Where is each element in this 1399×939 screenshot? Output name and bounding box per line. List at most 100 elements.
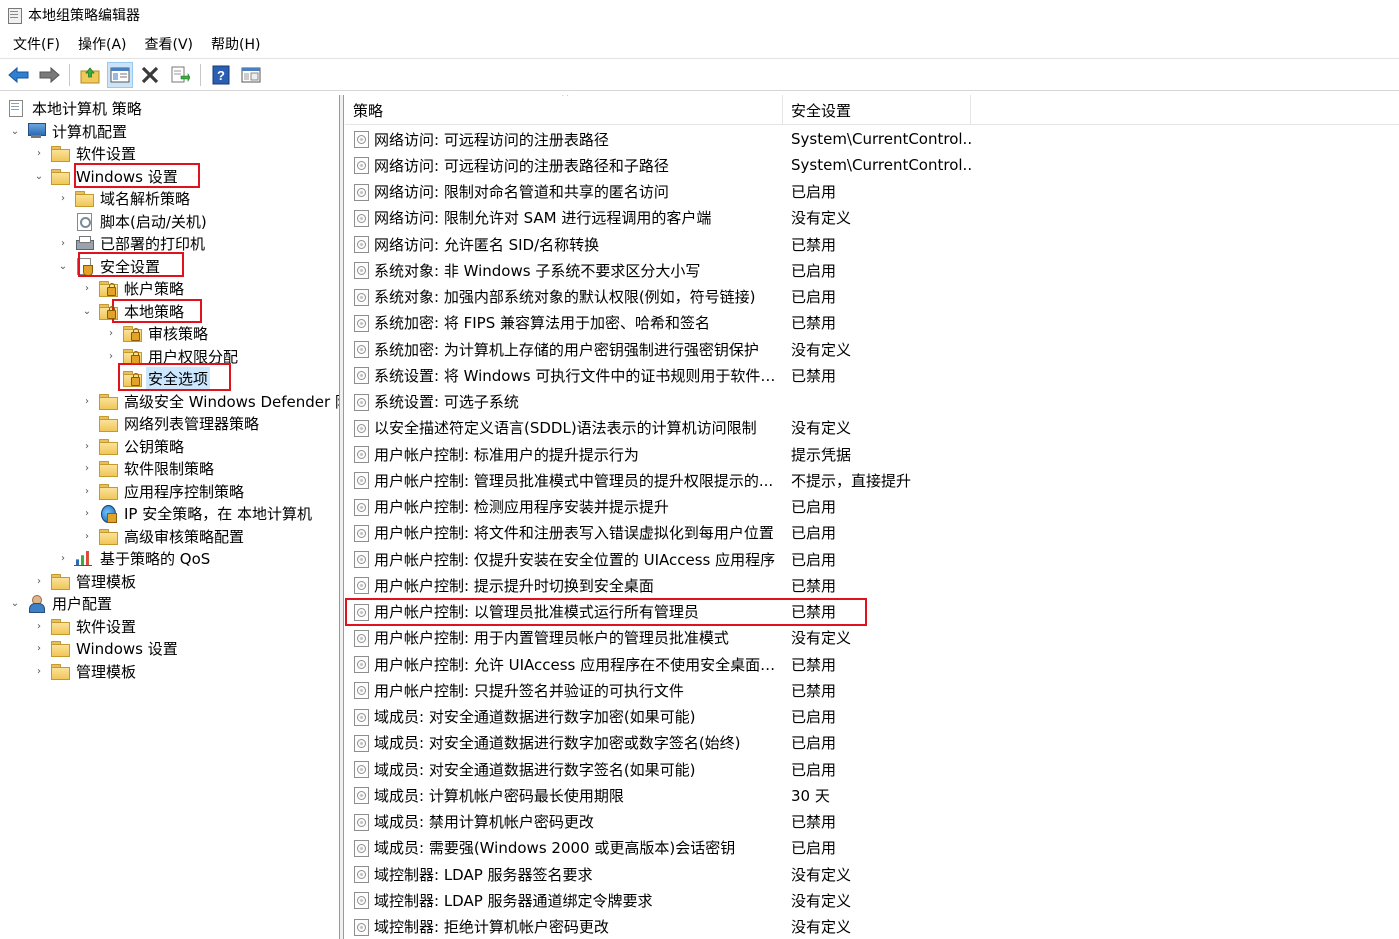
tree-item-cc-admin-templates[interactable]: › 管理模板 [32, 570, 138, 592]
forward-button[interactable] [36, 62, 62, 88]
table-row[interactable]: 用户帐户控制: 检测应用程序安装并提示提升 已启用 [345, 494, 1399, 520]
table-row[interactable]: 网络访问: 可远程访问的注册表路径和子路径 System\CurrentContr… [345, 152, 1399, 178]
table-row[interactable]: 用户帐户控制: 标准用户的提升提示行为 提示凭据 [345, 441, 1399, 467]
table-row[interactable]: 域成员: 需要强(Windows 2000 或更高版本)会话密钥 已启用 [345, 835, 1399, 861]
tree-item-account-policy[interactable]: › 帐户策略 [80, 277, 186, 299]
table-row[interactable]: 域控制器: LDAP 服务器通道绑定令牌要求 没有定义 [345, 887, 1399, 913]
table-row[interactable]: 域控制器: 拒绝计算机帐户密码更改 没有定义 [345, 914, 1399, 939]
chevron-down-icon[interactable]: ⌄ [8, 124, 22, 138]
help-button[interactable]: ? [208, 62, 234, 88]
chevron-right-icon[interactable]: › [56, 551, 70, 565]
tree-item-dns-policy[interactable]: › 域名解析策略 [56, 187, 192, 209]
chevron-right-icon[interactable]: › [80, 461, 94, 475]
tree-item-network-list[interactable]: 网络列表管理器策略 [98, 412, 261, 434]
tree-item-software-restriction[interactable]: › 软件限制策略 [80, 457, 216, 479]
tree-item-deployed-printers[interactable]: › 已部署的打印机 [56, 232, 207, 254]
chevron-right-icon[interactable]: › [80, 484, 94, 498]
tree-item-computer-config[interactable]: ⌄ 计算机配置 [8, 120, 129, 142]
show-hide-tree-button[interactable] [107, 61, 133, 88]
tree-item-audit-policy[interactable]: › 审核策略 [104, 322, 210, 344]
tree-item-advanced-audit[interactable]: › 高级审核策略配置 [80, 525, 246, 547]
table-row[interactable]: 系统加密: 为计算机上存储的用户密钥强制进行强密钥保护 没有定义 [345, 336, 1399, 362]
table-row[interactable]: 以安全描述符定义语言(SDDL)语法表示的计算机访问限制 没有定义 [345, 415, 1399, 441]
chevron-right-icon[interactable]: › [32, 664, 46, 678]
chevron-right-icon[interactable]: › [104, 326, 118, 340]
table-row[interactable]: 域成员: 对安全通道数据进行数字签名(如果可能) 已启用 [345, 756, 1399, 782]
table-row[interactable]: 域控制器: LDAP 服务器签名要求 没有定义 [345, 861, 1399, 887]
chevron-right-icon[interactable]: › [32, 619, 46, 633]
table-row[interactable]: 系统设置: 可选子系统 [345, 389, 1399, 415]
tree-item-cc-windows-settings[interactable]: ⌄ Windows 设置 [32, 165, 180, 187]
chevron-right-icon[interactable]: › [80, 394, 94, 408]
table-row[interactable]: 域成员: 对安全通道数据进行数字加密(如果可能) 已启用 [345, 704, 1399, 730]
chevron-right-icon[interactable]: › [32, 146, 46, 160]
pane-splitter[interactable] [340, 95, 344, 939]
menu-action[interactable]: 操作(A) [69, 32, 136, 56]
tree-item-local-policy[interactable]: ⌄ 本地策略 [80, 300, 186, 322]
table-row[interactable]: 用户帐户控制: 用于内置管理员帐户的管理员批准模式 没有定义 [345, 625, 1399, 651]
chevron-right-icon[interactable]: › [56, 191, 70, 205]
tree-item-app-control[interactable]: › 应用程序控制策略 [80, 480, 246, 502]
folder-icon [50, 617, 70, 635]
chevron-right-icon[interactable]: › [56, 236, 70, 250]
tree-item-uc-software[interactable]: › 软件设置 [32, 615, 138, 637]
chevron-right-icon[interactable]: › [32, 574, 46, 588]
tree-item-scripts[interactable]: 脚本(启动/关机) [74, 210, 209, 232]
tree-item-security-options[interactable]: 安全选项 [122, 366, 211, 390]
table-row[interactable]: 用户帐户控制: 只提升签名并验证的可执行文件 已禁用 [345, 677, 1399, 703]
table-row[interactable]: 网络访问: 限制允许对 SAM 进行远程调用的客户端 没有定义 [345, 205, 1399, 231]
back-button[interactable] [6, 62, 32, 88]
tree-item-security-settings[interactable]: ⌄ 安全设置 [56, 255, 162, 277]
table-row[interactable]: 用户帐户控制: 提示提升时切换到安全桌面 已禁用 [345, 572, 1399, 598]
security-setting-value: 没有定义 [791, 340, 852, 359]
chevron-right-icon[interactable]: › [80, 506, 94, 520]
table-row[interactable]: 用户帐户控制: 以管理员批准模式运行所有管理员 已禁用 [345, 599, 1399, 625]
table-row[interactable]: 域成员: 对安全通道数据进行数字加密或数字签名(始终) 已启用 [345, 730, 1399, 756]
table-row[interactable]: 用户帐户控制: 管理员批准模式中管理员的提升权限提示的... 不提示，直接提升 [345, 467, 1399, 493]
chevron-down-icon[interactable]: ⌄ [32, 169, 46, 183]
table-row[interactable]: 域成员: 禁用计算机帐户密码更改 已禁用 [345, 809, 1399, 835]
chevron-right-icon[interactable]: › [104, 349, 118, 363]
table-row[interactable]: 网络访问: 限制对命名管道和共享的匿名访问 已启用 [345, 179, 1399, 205]
policy-name: 系统设置: 可选子系统 [374, 393, 519, 411]
table-row[interactable]: 系统加密: 将 FIPS 兼容算法用于加密、哈希和签名 已禁用 [345, 310, 1399, 336]
export-list-button[interactable] [167, 62, 193, 88]
tree-item-ip-security[interactable]: › IP 安全策略，在 本地计算机 [80, 502, 314, 524]
tree-item-label: 域名解析策略 [100, 189, 191, 208]
menu-help[interactable]: 帮助(H) [202, 32, 269, 56]
chevron-right-icon[interactable]: › [80, 281, 94, 295]
back-icon [8, 66, 29, 83]
chevron-down-icon[interactable]: ⌄ [8, 596, 22, 610]
table-row[interactable]: 用户帐户控制: 将文件和注册表写入错误虚拟化到每用户位置 已启用 [345, 520, 1399, 546]
up-folder-button[interactable] [77, 62, 103, 88]
delete-button[interactable] [137, 62, 163, 88]
tree-item-cc-software[interactable]: › 软件设置 [32, 142, 138, 164]
table-row[interactable]: 系统设置: 将 Windows 可执行文件中的证书规则用于软件限... 已禁用 [345, 362, 1399, 388]
menu-view[interactable]: 查看(V) [136, 32, 203, 56]
column-header-setting[interactable]: 安全设置 [783, 95, 971, 125]
table-row[interactable]: 系统对象: 加强内部系统对象的默认权限(例如，符号链接) 已启用 [345, 284, 1399, 310]
tree-item-defender-firewall[interactable]: › 高级安全 Windows Defender 防 [80, 390, 339, 412]
tree-item-qos[interactable]: › 基于策略的 QoS [56, 547, 212, 569]
tree-item-uc-windows-settings[interactable]: › Windows 设置 [32, 637, 180, 659]
table-row[interactable]: 网络访问: 可远程访问的注册表路径 System\CurrentControl..… [345, 126, 1399, 152]
ip-security-icon [98, 504, 118, 523]
table-row[interactable]: 系统对象: 非 Windows 子系统不要求区分大小写 已启用 [345, 257, 1399, 283]
chevron-right-icon[interactable]: › [80, 529, 94, 543]
table-row[interactable]: 用户帐户控制: 允许 UIAccess 应用程序在不使用安全桌面的... 已禁用 [345, 651, 1399, 677]
table-row[interactable]: 用户帐户控制: 仅提升安装在安全位置的 UIAccess 应用程序 已启用 [345, 546, 1399, 572]
table-row[interactable]: 域成员: 计算机帐户密码最长使用期限 30 天 [345, 782, 1399, 808]
column-header-policy[interactable]: 策略 ^ [345, 95, 783, 125]
tree-item-user-config[interactable]: ⌄ 用户配置 [8, 592, 114, 614]
chevron-down-icon[interactable]: ⌄ [80, 304, 94, 318]
properties-view-button[interactable] [238, 62, 264, 88]
tree-item-public-key[interactable]: › 公钥策略 [80, 435, 186, 457]
chevron-down-icon[interactable]: ⌄ [56, 259, 70, 273]
tree-item-local-computer-policy[interactable]: 本地计算机 策略 [6, 97, 144, 119]
chevron-right-icon[interactable]: › [32, 641, 46, 655]
tree-item-user-rights[interactable]: › 用户权限分配 [104, 345, 240, 367]
tree-item-uc-admin-templates[interactable]: › 管理模板 [32, 660, 138, 682]
menu-file[interactable]: 文件(F) [4, 32, 69, 56]
table-row[interactable]: 网络访问: 允许匿名 SID/名称转换 已禁用 [345, 231, 1399, 257]
chevron-right-icon[interactable]: › [80, 439, 94, 453]
